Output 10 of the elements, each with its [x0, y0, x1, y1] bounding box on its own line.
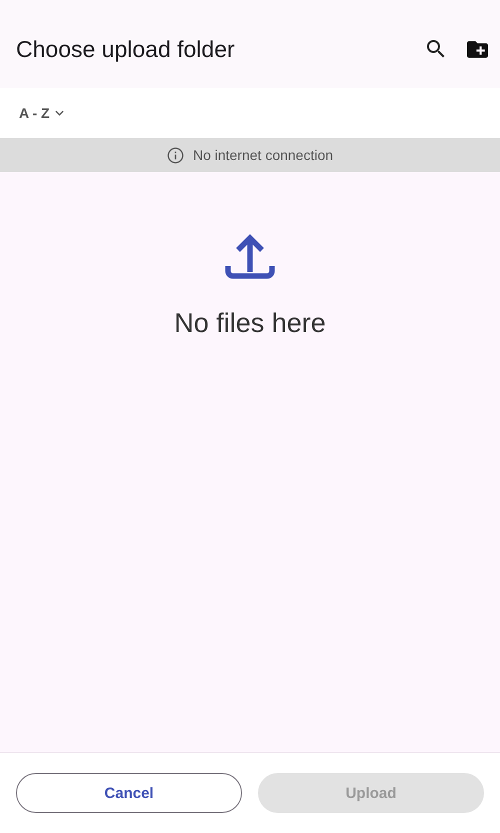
screen-title: Choose upload folder [16, 36, 235, 62]
new-folder-icon[interactable] [467, 40, 488, 58]
upload-icon [225, 232, 275, 282]
cancel-button[interactable]: Cancel [16, 773, 242, 813]
chevron-icon [54, 110, 64, 116]
empty-message: No files here [174, 308, 326, 339]
sort-dropdown[interactable]: A - Z [19, 105, 64, 121]
banner-text: No internet connection [192, 147, 334, 163]
info-icon [166, 146, 184, 164]
search-icon[interactable] [427, 40, 445, 58]
